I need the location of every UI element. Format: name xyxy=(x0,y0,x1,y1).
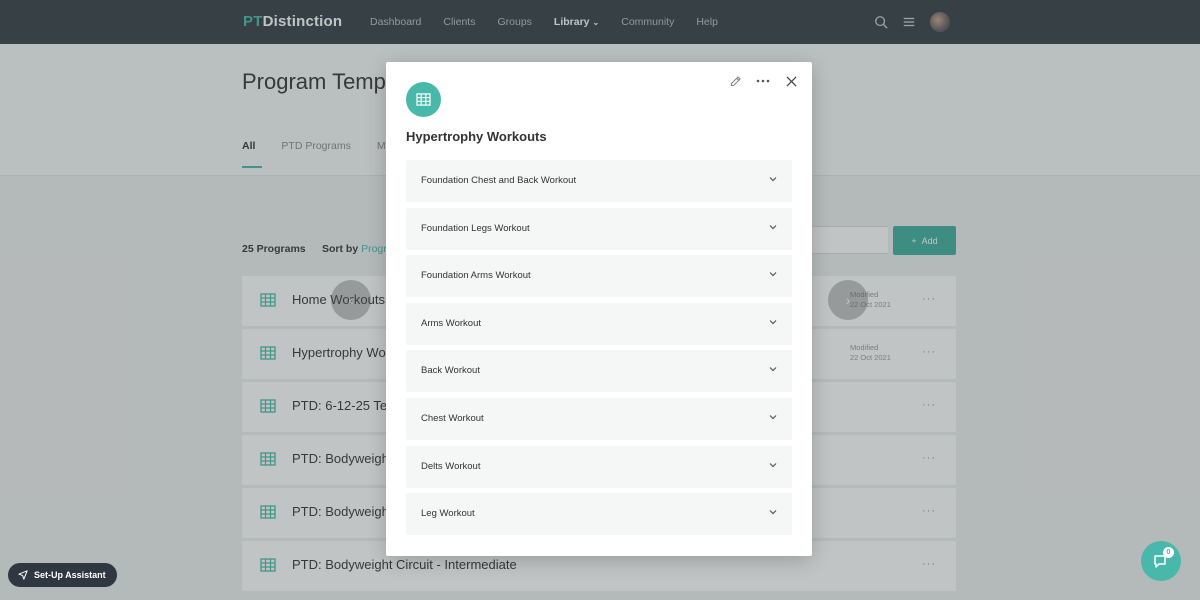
chevron-down-icon xyxy=(769,177,777,182)
workout-item[interactable]: Foundation Legs Workout xyxy=(406,207,792,250)
pencil-icon[interactable] xyxy=(728,74,742,88)
navigation-arrow-icon xyxy=(18,570,28,580)
more-icon[interactable] xyxy=(756,74,770,88)
chevron-down-icon xyxy=(769,272,777,277)
close-icon[interactable] xyxy=(784,74,798,88)
workout-label: Chest Workout xyxy=(421,412,484,424)
chevron-down-icon xyxy=(769,224,777,229)
workout-label: Delts Workout xyxy=(421,460,481,472)
grid-icon xyxy=(406,82,441,117)
modal-title: Hypertrophy Workouts xyxy=(406,129,547,144)
chat-button[interactable]: 0 xyxy=(1141,541,1181,581)
workout-item[interactable]: Chest Workout xyxy=(406,397,792,440)
workout-label: Foundation Chest and Back Workout xyxy=(421,175,577,186)
workout-list: Foundation Chest and Back Workout Founda… xyxy=(406,160,792,541)
modal-actions xyxy=(728,74,798,88)
workout-label: Leg Workout xyxy=(421,508,475,520)
chevron-down-icon xyxy=(769,462,777,467)
chevron-down-icon xyxy=(769,319,777,325)
workout-label: Foundation Arms Workout xyxy=(421,270,531,282)
chevron-down-icon xyxy=(769,415,777,420)
workout-label: Arms Workout xyxy=(421,317,482,329)
chevron-down-icon xyxy=(769,510,777,515)
workout-label: Back Workout xyxy=(421,365,480,377)
workout-item[interactable]: Back Workout xyxy=(406,350,792,393)
workout-item[interactable]: Arms Workout xyxy=(406,302,792,345)
program-modal: Hypertrophy Workouts Foundation Chest an… xyxy=(386,62,812,556)
workout-item[interactable]: Delts Workout xyxy=(406,445,792,488)
setup-assistant-button[interactable]: Set-Up Assistant xyxy=(8,563,117,587)
workout-item[interactable]: Foundation Chest and Back Workout xyxy=(406,160,792,202)
workout-label: Foundation Legs Workout xyxy=(421,222,530,234)
chevron-down-icon xyxy=(769,367,777,372)
chat-badge: 0 xyxy=(1163,547,1174,558)
workout-item[interactable]: Leg Workout xyxy=(406,493,792,536)
setup-assistant-label: Set-Up Assistant xyxy=(34,570,106,580)
workout-item[interactable]: Foundation Arms Workout xyxy=(406,255,792,298)
